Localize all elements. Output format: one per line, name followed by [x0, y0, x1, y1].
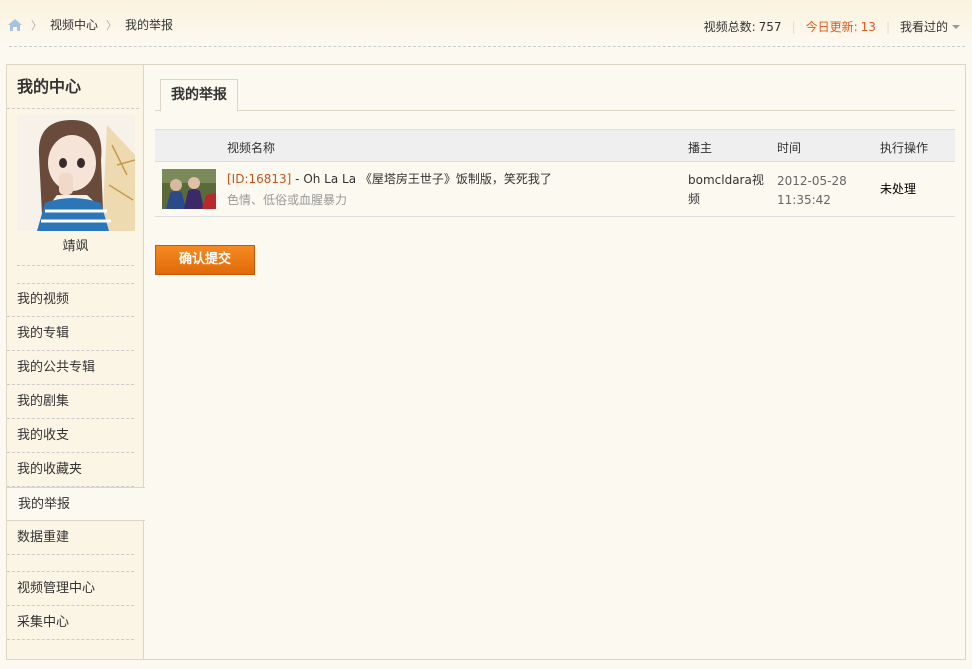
video-id[interactable]: [ID:16813]	[227, 172, 291, 186]
sidebar-divider	[17, 265, 134, 266]
stats-separator: |	[885, 19, 890, 34]
today-updates-value[interactable]: 13	[861, 20, 876, 34]
avatar-illustration	[17, 115, 135, 231]
breadcrumb-separator: 〉	[31, 18, 42, 32]
video-thumbnail[interactable]	[162, 169, 216, 209]
home-icon[interactable]	[7, 18, 23, 32]
video-title-link[interactable]: [ID:16813] - Oh La La 《屋塔房王世子》饭制版，笑死我了	[227, 170, 552, 187]
tab-my-reports[interactable]: 我的举报	[160, 79, 238, 112]
sidebar-item-my-videos[interactable]: 我的视频	[7, 283, 134, 317]
watch-history-dropdown[interactable]: 我看过的	[900, 18, 948, 35]
header-divider	[9, 46, 965, 47]
video-title[interactable]: - Oh La La 《屋塔房王世子》饭制版，笑死我了	[291, 172, 552, 186]
sidebar-item-my-reports[interactable]: 我的举报	[6, 487, 145, 521]
sidebar-divider	[7, 555, 134, 572]
breadcrumb-separator: 〉	[106, 18, 118, 32]
table-header: 视频名称 播主 时间 执行操作	[155, 129, 955, 162]
sidebar-item-favorites[interactable]: 我的收藏夹	[7, 453, 134, 487]
main-content: 我的举报 视频名称 播主 时间 执行操作 [ID:16813] - Oh La …	[155, 77, 955, 275]
uploader-name[interactable]: bomcldara视频	[688, 171, 768, 209]
thumbnail-image	[162, 169, 216, 209]
sidebar-item-my-series[interactable]: 我的剧集	[7, 385, 134, 419]
stats-separator: |	[791, 19, 796, 34]
sidebar-item-video-management[interactable]: 视频管理中心	[7, 572, 134, 606]
status-badge: 未处理	[880, 182, 917, 196]
breadcrumb: 〉 视频中心 〉 我的举报	[7, 16, 173, 33]
sidebar-item-collection-center[interactable]: 采集中心	[7, 606, 134, 640]
username[interactable]: 靖飒	[7, 235, 144, 254]
content-frame: 我的中心 靖飒 我的视频 我的专辑 我的公共专辑 我的剧集 我的收支 我的收藏夹…	[6, 64, 966, 660]
confirm-submit-button[interactable]: 确认提交	[155, 245, 255, 275]
sidebar-title: 我的中心	[7, 65, 139, 109]
top-bar: 〉 视频中心 〉 我的举报 视频总数: 757 | 今日更新: 13 | 我看过…	[0, 0, 972, 48]
total-videos-value: 757	[758, 19, 782, 34]
header-action: 执行操作	[880, 141, 929, 155]
header-uploader: 播主	[688, 141, 713, 155]
total-videos-label: 视频总数:	[703, 20, 756, 34]
header-time: 时间	[777, 141, 802, 155]
report-date: 2012-05-28	[777, 174, 847, 188]
sidebar-menu: 我的视频 我的专辑 我的公共专辑 我的剧集 我的收支 我的收藏夹 我的举报 数据…	[6, 283, 145, 640]
report-clock: 11:35:42	[777, 193, 831, 207]
header-video-name: 视频名称	[227, 141, 276, 155]
chevron-down-icon[interactable]	[952, 24, 960, 29]
report-time: 2012-05-28 11:35:42	[777, 172, 847, 210]
reports-table: 视频名称 播主 时间 执行操作 [ID:16813] - Oh La La 《屋…	[155, 129, 955, 217]
report-reason: 色情、低俗或血腥暴力	[227, 193, 348, 207]
sidebar-item-rebuild-data[interactable]: 数据重建	[7, 521, 134, 555]
breadcrumb-video-center[interactable]: 视频中心	[50, 16, 98, 33]
avatar[interactable]	[17, 115, 135, 231]
stats-bar: 视频总数: 757 | 今日更新: 13 | 我看过的	[704, 18, 960, 35]
sidebar: 我的中心 靖飒 我的视频 我的专辑 我的公共专辑 我的剧集 我的收支 我的收藏夹…	[6, 65, 145, 659]
sidebar-item-my-finance[interactable]: 我的收支	[7, 419, 134, 453]
tab-bar: 我的举报	[155, 77, 955, 112]
breadcrumb-my-reports: 我的举报	[125, 18, 174, 32]
table-row: [ID:16813] - Oh La La 《屋塔房王世子》饭制版，笑死我了 色…	[155, 162, 955, 217]
sidebar-item-public-albums[interactable]: 我的公共专辑	[7, 351, 134, 385]
sidebar-item-my-albums[interactable]: 我的专辑	[7, 317, 134, 351]
today-updates-label[interactable]: 今日更新:	[806, 18, 858, 35]
